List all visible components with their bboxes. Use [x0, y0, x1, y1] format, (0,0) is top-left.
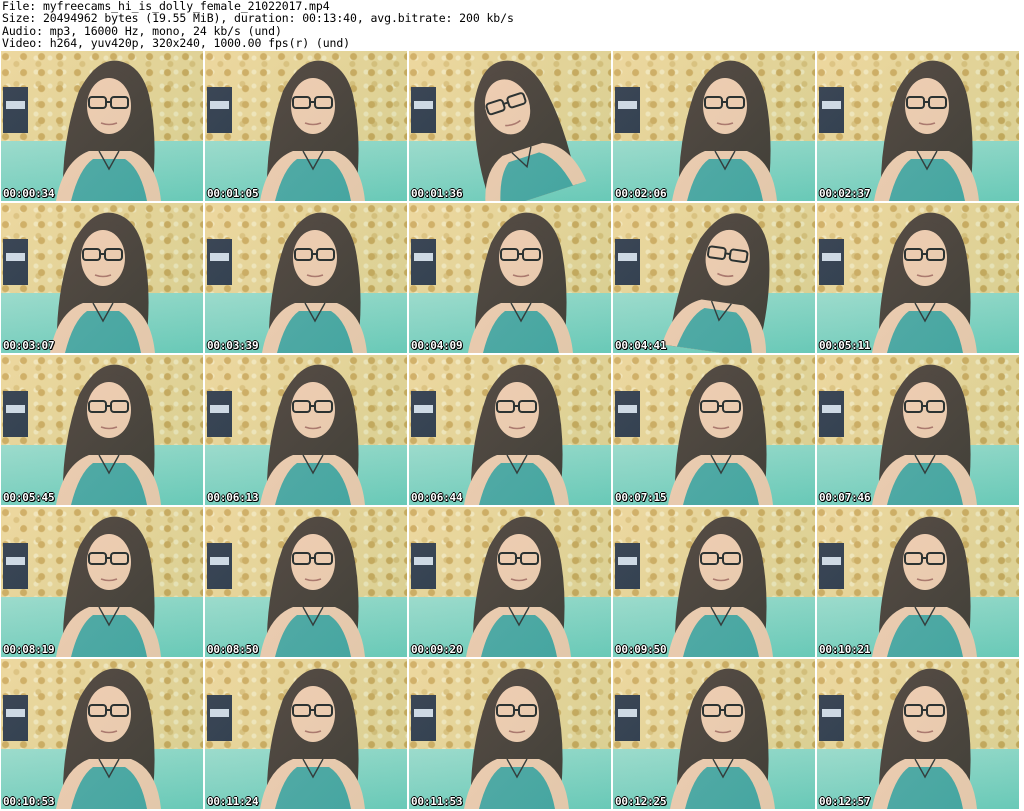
video-thumbnail: 00:01:05 — [205, 51, 407, 201]
video-thumbnail: 00:01:36 — [409, 51, 611, 201]
thumbnail-timestamp: 00:11:24 — [207, 795, 259, 808]
color-wash — [817, 507, 1019, 657]
video-thumbnail: 00:05:11 — [817, 203, 1019, 353]
video-thumbnail: 00:03:39 — [205, 203, 407, 353]
video-thumbnail: 00:02:37 — [817, 51, 1019, 201]
thumbnail-timestamp: 00:08:19 — [3, 643, 55, 656]
video-thumbnail: 00:06:44 — [409, 355, 611, 505]
thumbnail-timestamp: 00:04:09 — [411, 339, 463, 352]
video-thumbnail: 00:10:53 — [1, 659, 203, 809]
color-wash — [817, 355, 1019, 505]
thumbnail-timestamp: 00:12:57 — [819, 795, 871, 808]
video-thumbnail: 00:07:46 — [817, 355, 1019, 505]
color-wash — [205, 659, 407, 809]
video-thumbnail: 00:12:57 — [817, 659, 1019, 809]
color-wash — [613, 507, 815, 657]
color-wash — [1, 507, 203, 657]
thumbnail-timestamp: 00:00:34 — [3, 187, 55, 200]
color-wash — [1, 659, 203, 809]
color-wash — [409, 659, 611, 809]
thumbnail-timestamp: 00:07:15 — [615, 491, 667, 504]
thumbnail-timestamp: 00:06:44 — [411, 491, 463, 504]
thumbnail-timestamp: 00:01:05 — [207, 187, 259, 200]
video-thumbnail: 00:08:19 — [1, 507, 203, 657]
thumbnail-timestamp: 00:02:37 — [819, 187, 871, 200]
color-wash — [1, 203, 203, 353]
thumbnail-timestamp: 00:12:25 — [615, 795, 667, 808]
thumbnail-timestamp: 00:10:53 — [3, 795, 55, 808]
thumbnail-timestamp: 00:10:21 — [819, 643, 871, 656]
thumbnail-grid: 00:00:34 00:01:05 00:01:36 00:02:06 00:02:37… — [1, 51, 1023, 811]
video-thumbnail: 00:06:13 — [205, 355, 407, 505]
video-thumbnail: 00:08:50 — [205, 507, 407, 657]
video-thumbnail: 00:11:53 — [409, 659, 611, 809]
color-wash — [1, 51, 203, 201]
color-wash — [205, 51, 407, 201]
thumbnail-timestamp: 00:02:06 — [615, 187, 667, 200]
color-wash — [817, 659, 1019, 809]
thumbnail-timestamp: 00:05:45 — [3, 491, 55, 504]
thumbnail-timestamp: 00:05:11 — [819, 339, 871, 352]
video-thumbnail: 00:09:20 — [409, 507, 611, 657]
file-info-header: File: myfreecams_hi_is_dolly_female_2102… — [0, 0, 1024, 50]
video-thumbnail: 00:12:25 — [613, 659, 815, 809]
color-wash — [1, 355, 203, 505]
video-info-line: Video: h264, yuv420p, 320x240, 1000.00 f… — [2, 35, 351, 50]
file-size-line: Size: 20494962 bytes (19.55 MiB), durati… — [2, 11, 514, 26]
thumbnail-timestamp: 00:03:39 — [207, 339, 259, 352]
color-wash — [205, 355, 407, 505]
thumbnail-timestamp: 00:09:50 — [615, 643, 667, 656]
color-wash — [817, 51, 1019, 201]
color-wash — [817, 203, 1019, 353]
color-wash — [409, 507, 611, 657]
color-wash — [205, 507, 407, 657]
color-wash — [613, 51, 815, 201]
color-wash — [409, 203, 611, 353]
color-wash — [409, 355, 611, 505]
video-thumbnail: 00:09:50 — [613, 507, 815, 657]
thumbnail-timestamp: 00:07:46 — [819, 491, 871, 504]
color-wash — [205, 203, 407, 353]
video-thumbnail: 00:11:24 — [205, 659, 407, 809]
thumbnail-timestamp: 00:06:13 — [207, 491, 259, 504]
video-thumbnail: 00:02:06 — [613, 51, 815, 201]
video-thumbnail: 00:05:45 — [1, 355, 203, 505]
thumbnail-timestamp: 00:09:20 — [411, 643, 463, 656]
video-thumbnail: 00:10:21 — [817, 507, 1019, 657]
video-thumbnail: 00:04:09 — [409, 203, 611, 353]
color-wash — [613, 355, 815, 505]
thumbnail-timestamp: 00:08:50 — [207, 643, 259, 656]
thumbnail-timestamp: 00:01:36 — [411, 187, 463, 200]
thumbnail-timestamp: 00:04:41 — [615, 339, 667, 352]
color-wash — [613, 203, 815, 353]
video-thumbnail: 00:04:41 — [613, 203, 815, 353]
color-wash — [409, 51, 611, 201]
video-thumbnail: 00:00:34 — [1, 51, 203, 201]
thumbnail-timestamp: 00:11:53 — [411, 795, 463, 808]
video-thumbnail: 00:03:07 — [1, 203, 203, 353]
color-wash — [613, 659, 815, 809]
video-thumbnail: 00:07:15 — [613, 355, 815, 505]
thumbnail-timestamp: 00:03:07 — [3, 339, 55, 352]
